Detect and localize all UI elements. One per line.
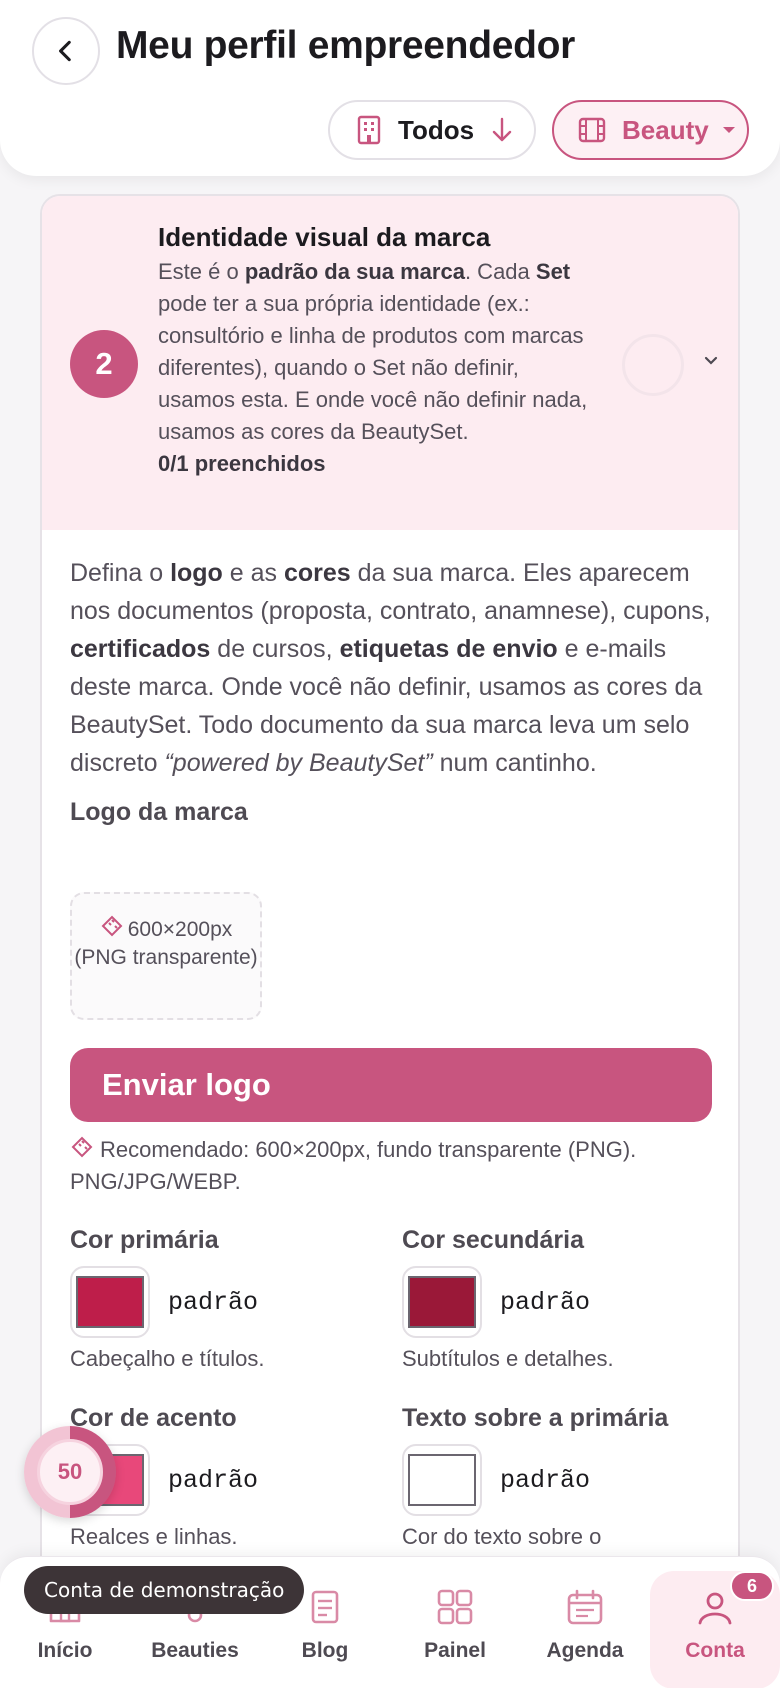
nav-label: Beauties [151, 1639, 239, 1662]
upload-logo-button[interactable]: Enviar logo [70, 1048, 712, 1122]
logo-hint: Recomendado: 600×200px, fundo transparen… [70, 1136, 637, 1194]
app-header: Meu perfil empreendedor Todos Beauty [0, 0, 780, 176]
section-progress: 0/1 preenchidos [158, 451, 326, 476]
secondary-color-help: Subtítulos e detalhes. [402, 1346, 614, 1371]
logo-preview[interactable]: 600×200px (PNG transparente) [70, 892, 262, 1020]
demo-account-toast: Conta de demonstração [24, 1566, 305, 1614]
primary-color-swatch [76, 1276, 144, 1328]
building-icon [357, 115, 381, 145]
text-on-primary-picker[interactable] [402, 1444, 482, 1516]
secondary-color-value: padrão [500, 1288, 591, 1317]
text-on-primary-value: padrão [500, 1466, 591, 1495]
section-header[interactable]: 2 Identidade visual da marca Este é o pa… [42, 196, 738, 530]
nav-item-conta[interactable]: 6 Conta [650, 1571, 780, 1688]
nav-label: Conta [685, 1639, 745, 1662]
primary-color-value: padrão [168, 1288, 259, 1317]
accent-color-value: padrão [168, 1466, 259, 1495]
text-on-primary-label: Texto sobre a primária [402, 1404, 669, 1432]
text-on-primary-help: Cor do texto sobre o [402, 1524, 602, 1549]
ruler-icon [101, 915, 123, 937]
primary-color-help: Cabeçalho e títulos. [70, 1346, 265, 1371]
section-description: Este é o padrão da sua marca. Cada Set p… [158, 256, 598, 480]
nav-label: Blog [301, 1639, 349, 1662]
account-badge: 6 [730, 1571, 774, 1601]
user-icon [698, 1592, 732, 1625]
brand-identity-card: 2 Identidade visual da marca Este é o pa… [40, 194, 740, 1624]
profile-score-button[interactable]: 50 [24, 1426, 116, 1518]
nav-label: Agenda [546, 1639, 624, 1662]
grid-icon [437, 1589, 473, 1625]
brand-filter-dropdown[interactable]: Beauty [552, 100, 749, 160]
film-icon [578, 117, 606, 143]
brand-filter-label: Beauty [622, 114, 709, 145]
back-button[interactable] [32, 17, 100, 85]
calendar-icon [567, 1589, 603, 1625]
page-title: Meu perfil empreendedor [116, 24, 576, 67]
ruler-icon [71, 1136, 93, 1158]
blog-icon [311, 1590, 339, 1624]
filter-all-button[interactable]: Todos [328, 100, 536, 160]
text-on-primary-swatch [408, 1454, 476, 1506]
filter-all-label: Todos [398, 114, 475, 145]
section-title: Identidade visual da marca [158, 222, 491, 252]
primary-color-picker[interactable] [70, 1266, 150, 1338]
progress-ring [622, 334, 684, 396]
caret-down-icon [722, 127, 735, 133]
secondary-color-label: Cor secundária [402, 1226, 585, 1254]
secondary-color-picker[interactable] [402, 1266, 482, 1338]
accent-color-help: Realces e linhas. [70, 1524, 238, 1549]
accent-color-label: Cor de acento [70, 1404, 237, 1432]
profile-score-value: 50 [37, 1439, 103, 1505]
logo-label: Logo da marca [70, 798, 248, 826]
nav-label: Início [37, 1639, 93, 1662]
nav-label: Painel [424, 1639, 486, 1662]
step-badge: 2 [70, 330, 138, 398]
chevron-left-icon [59, 40, 71, 62]
nav-item-agenda[interactable]: Agenda [520, 1557, 650, 1688]
arrow-down-icon [492, 117, 512, 142]
secondary-color-swatch [408, 1276, 476, 1328]
chevron-down-icon[interactable] [698, 348, 724, 374]
primary-color-label: Cor primária [70, 1226, 219, 1254]
intro-text: Defina o logo e as cores da sua marca. E… [70, 559, 711, 777]
nav-item-painel[interactable]: Painel [390, 1557, 520, 1688]
